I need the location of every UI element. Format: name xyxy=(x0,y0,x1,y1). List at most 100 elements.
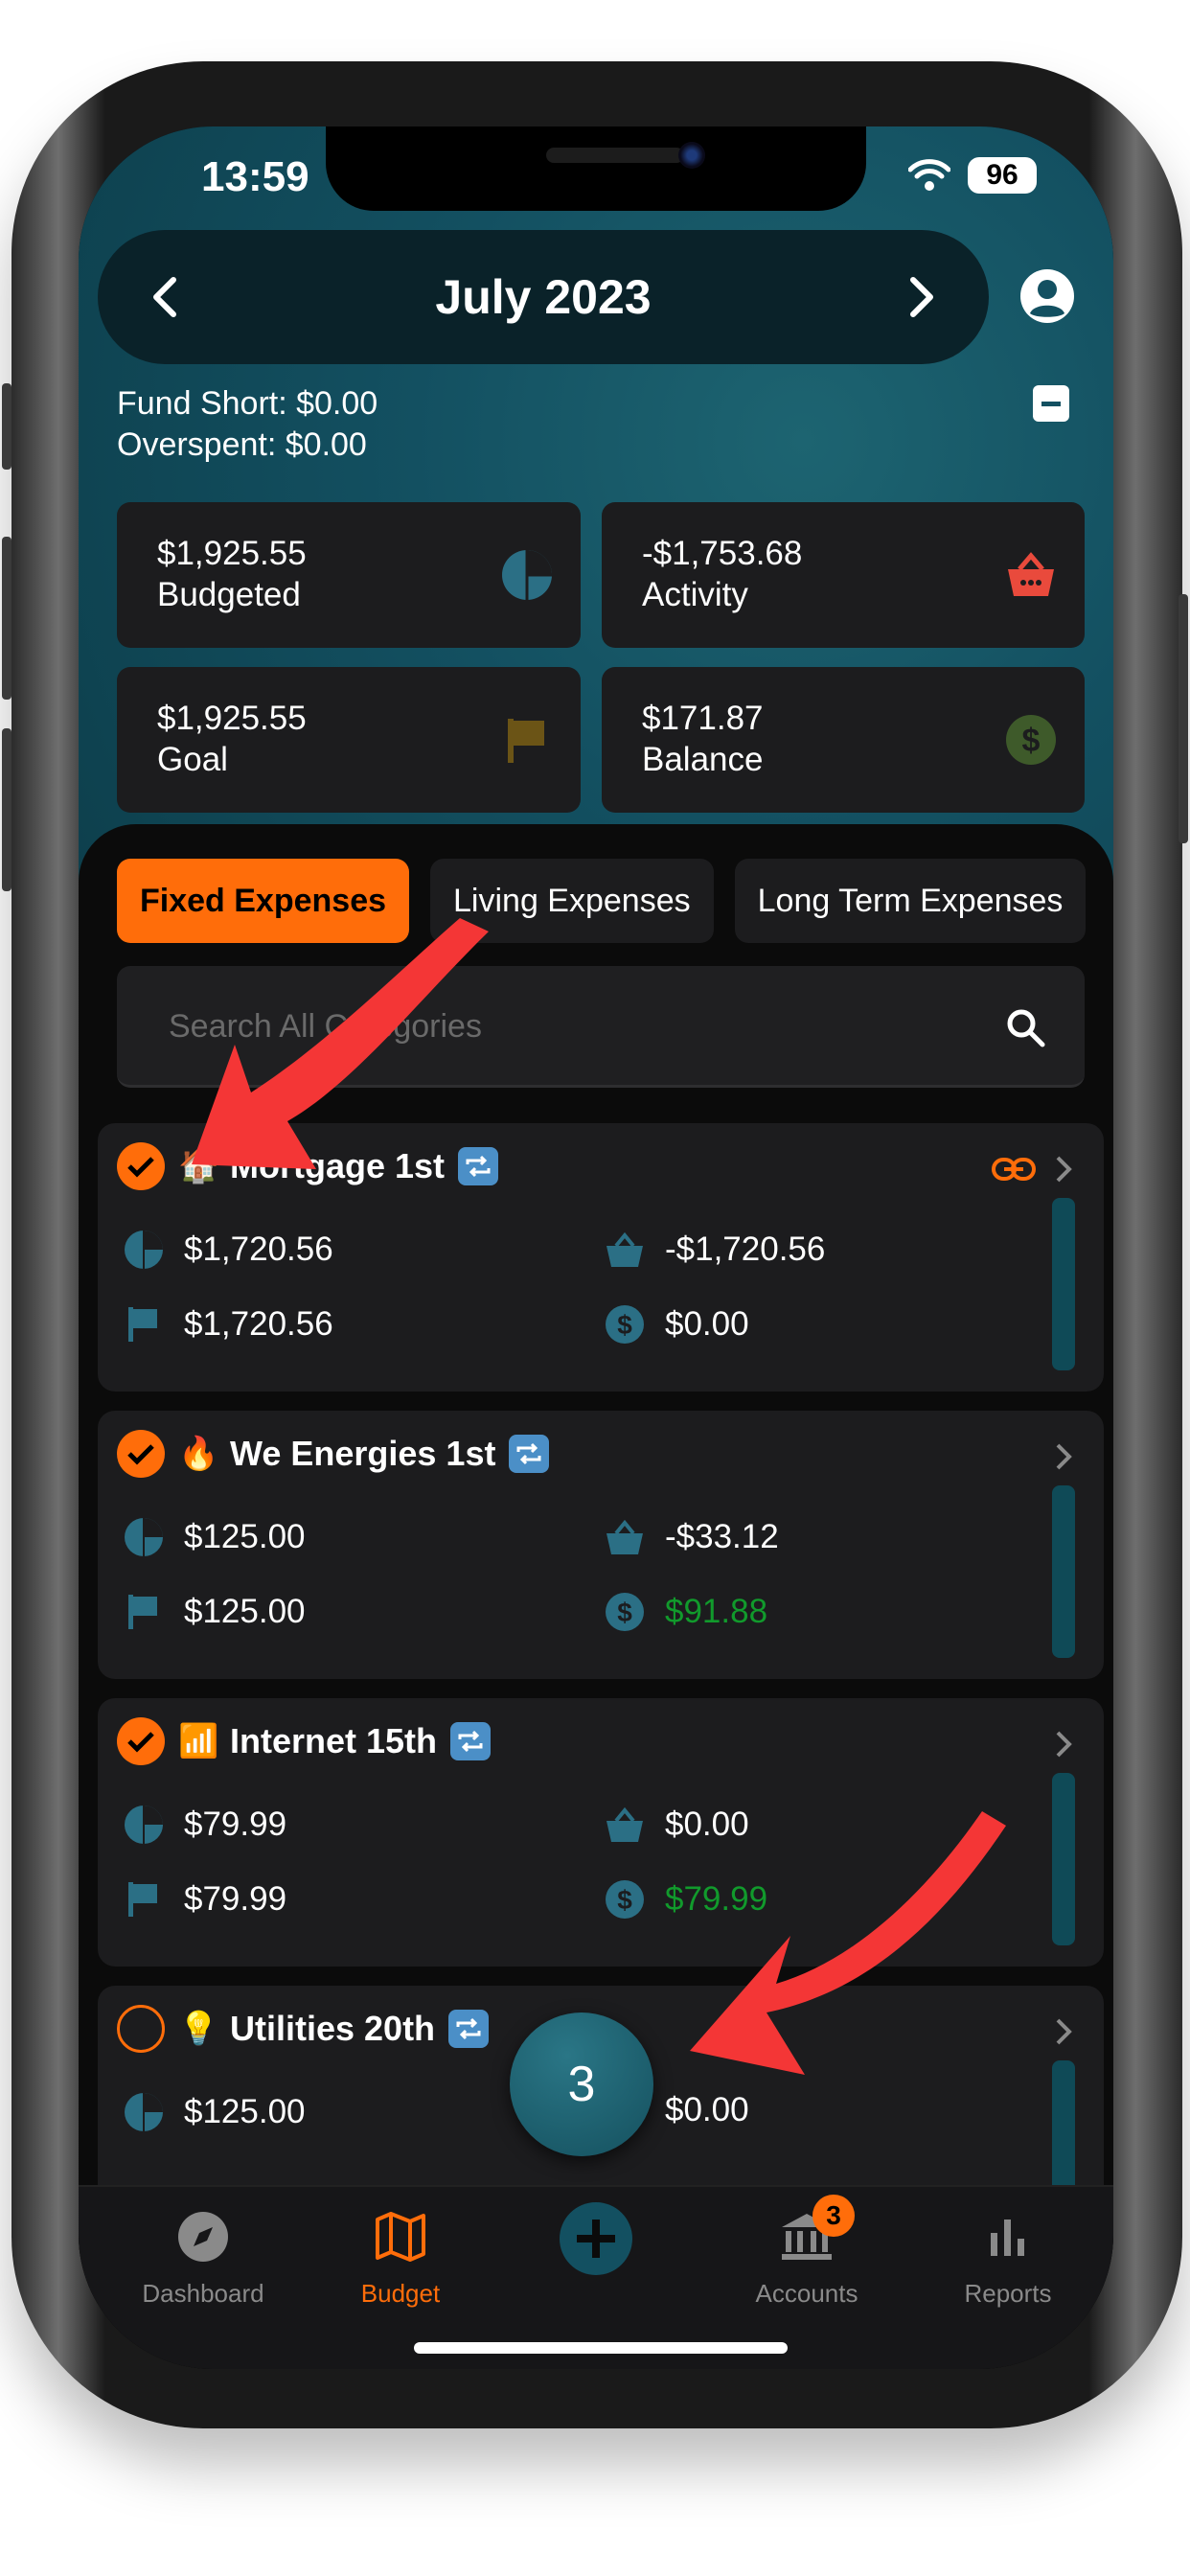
dollar-icon: $ xyxy=(606,1305,644,1344)
home-indicator xyxy=(414,2342,788,2354)
balance-amount: $0.00 xyxy=(665,1305,749,1343)
tab-reports[interactable]: Reports xyxy=(912,2208,1104,2309)
flag-icon xyxy=(128,1882,157,1917)
phone-screen: 13:59 96 July 2023 Fund Short: $0.00 Ove… xyxy=(79,126,1113,2369)
category-card-we-energies[interactable]: 🔥 We Energies 1st $125.00 -$33.12 $125.0… xyxy=(98,1411,1104,1679)
balance-card[interactable]: $171.87 Balance $ xyxy=(602,667,1085,813)
tab-dashboard[interactable]: Dashboard xyxy=(107,2208,299,2309)
map-icon xyxy=(376,2212,425,2262)
category-name: Utilities 20th xyxy=(230,2009,436,2048)
unchecked-circle-icon[interactable] xyxy=(117,2005,165,2053)
tab-accounts[interactable]: 3 Accounts xyxy=(711,2195,903,2309)
balance-label: Balance xyxy=(642,741,764,778)
activity-amount: -$33.12 xyxy=(665,1518,779,1555)
search-icon[interactable] xyxy=(1004,1006,1046,1048)
basket-icon xyxy=(606,1806,643,1842)
fire-icon: 🔥 xyxy=(178,1436,219,1472)
status-time: 13:59 xyxy=(201,153,309,200)
repeat-icon xyxy=(448,2010,490,2048)
tab-add-transaction[interactable] xyxy=(500,2202,692,2277)
lightbulb-icon: 💡 xyxy=(178,2011,219,2047)
chevron-left-icon xyxy=(153,277,176,317)
balance-value: $171.87 xyxy=(642,700,764,737)
bar-chart-icon xyxy=(991,2220,1024,2256)
budgeted-amount: $125.00 xyxy=(184,1518,306,1555)
collapse-button[interactable] xyxy=(1033,385,1069,422)
tab-label: Budget xyxy=(360,2279,441,2308)
chevron-right-icon[interactable] xyxy=(1052,2016,1075,2047)
basket-icon xyxy=(1008,552,1054,596)
repeat-icon xyxy=(458,1147,499,1185)
goal-card[interactable]: $1,925.55 Goal xyxy=(117,667,581,813)
fund-short-text: Fund Short: $0.00 xyxy=(117,385,378,422)
earpiece-speaker xyxy=(546,148,684,163)
tab-long-term-expenses[interactable]: Long Term Expenses xyxy=(734,859,1087,943)
month-selector: July 2023 xyxy=(98,230,989,364)
category-card-internet[interactable]: 📶 Internet 15th $79.99 $0.00 $79.99 $ $79… xyxy=(98,1698,1104,1966)
balance-amount: $79.99 xyxy=(665,1880,768,1918)
dollar-icon: $ xyxy=(606,1593,644,1631)
goal-label: Goal xyxy=(157,741,228,778)
progress-bar xyxy=(1052,1485,1075,1658)
pie-chart-icon xyxy=(125,1230,163,1269)
chevron-right-icon xyxy=(909,277,933,317)
budgeted-card[interactable]: $1,925.55 Budgeted xyxy=(117,502,581,648)
signal-bars-icon: 📶 xyxy=(178,1723,219,1760)
previous-month-button[interactable] xyxy=(98,230,232,364)
tab-living-expenses[interactable]: Living Expenses xyxy=(430,859,714,943)
category-group-tabs: Fixed Expenses Living Expenses Long Term… xyxy=(117,859,1113,943)
pie-chart-icon xyxy=(125,1806,163,1844)
repeat-icon xyxy=(509,1435,550,1473)
volume-down-button xyxy=(2,728,11,891)
checkmark-icon[interactable] xyxy=(117,1717,165,1765)
activity-value: -$1,753.68 xyxy=(642,535,803,572)
next-month-button[interactable] xyxy=(855,230,989,364)
flag-icon xyxy=(128,1307,157,1342)
category-card-mortgage[interactable]: 🏠 Mortgage 1st $1,720.56 -$1,720.56 $1,7… xyxy=(98,1123,1104,1392)
activity-card[interactable]: -$1,753.68 Activity xyxy=(602,502,1085,648)
budgeted-amount: $125.00 xyxy=(184,2093,306,2130)
profile-icon[interactable] xyxy=(1019,268,1075,324)
mute-switch xyxy=(2,383,11,470)
chevron-right-icon[interactable] xyxy=(1052,1154,1075,1184)
pending-count-button[interactable]: 3 xyxy=(510,2012,653,2156)
search-bar xyxy=(117,966,1085,1088)
battery-icon: 96 xyxy=(968,157,1037,194)
fund-info: Fund Short: $0.00 Overspent: $0.00 xyxy=(117,383,378,466)
progress-bar xyxy=(1052,1773,1075,1945)
activity-label: Activity xyxy=(642,576,748,613)
search-input[interactable] xyxy=(167,1004,956,1048)
tab-label: Accounts xyxy=(755,2279,858,2308)
tab-budget[interactable]: Budget xyxy=(305,2208,496,2309)
month-title[interactable]: July 2023 xyxy=(435,269,651,325)
tab-fixed-expenses[interactable]: Fixed Expenses xyxy=(117,859,410,943)
progress-bar xyxy=(1052,1198,1075,1370)
chevron-right-icon[interactable] xyxy=(1052,1441,1075,1472)
budgeted-amount: $1,720.56 xyxy=(184,1230,333,1268)
power-button xyxy=(1179,594,1188,843)
svg-text:$: $ xyxy=(617,1310,632,1340)
wifi-icon xyxy=(908,159,950,191)
budgeted-amount: $79.99 xyxy=(184,1806,287,1843)
pie-chart-icon xyxy=(502,550,552,600)
goal-amount: $79.99 xyxy=(184,1880,287,1918)
budgeted-label: Budgeted xyxy=(157,576,301,613)
activity-amount: $0.00 xyxy=(665,2091,749,2128)
checkmark-icon[interactable] xyxy=(117,1142,165,1190)
goal-value: $1,925.55 xyxy=(157,700,307,737)
tab-label: Dashboard xyxy=(142,2279,264,2308)
category-name: Mortgage 1st xyxy=(230,1146,446,1185)
pie-chart-icon xyxy=(125,1518,163,1556)
chevron-right-icon[interactable] xyxy=(1052,1729,1075,1760)
volume-up-button xyxy=(2,537,11,700)
basket-icon xyxy=(606,1231,643,1267)
status-icons: 96 xyxy=(908,157,1037,194)
basket-icon xyxy=(606,1519,643,1554)
house-icon: 🏠 xyxy=(178,1148,219,1184)
tab-label: Reports xyxy=(964,2279,1052,2308)
category-name: We Energies 1st xyxy=(230,1434,496,1473)
activity-amount: -$1,720.56 xyxy=(665,1230,826,1268)
checkmark-icon[interactable] xyxy=(117,1430,165,1478)
link-icon[interactable] xyxy=(991,1156,1037,1183)
pie-chart-icon xyxy=(125,2093,163,2131)
